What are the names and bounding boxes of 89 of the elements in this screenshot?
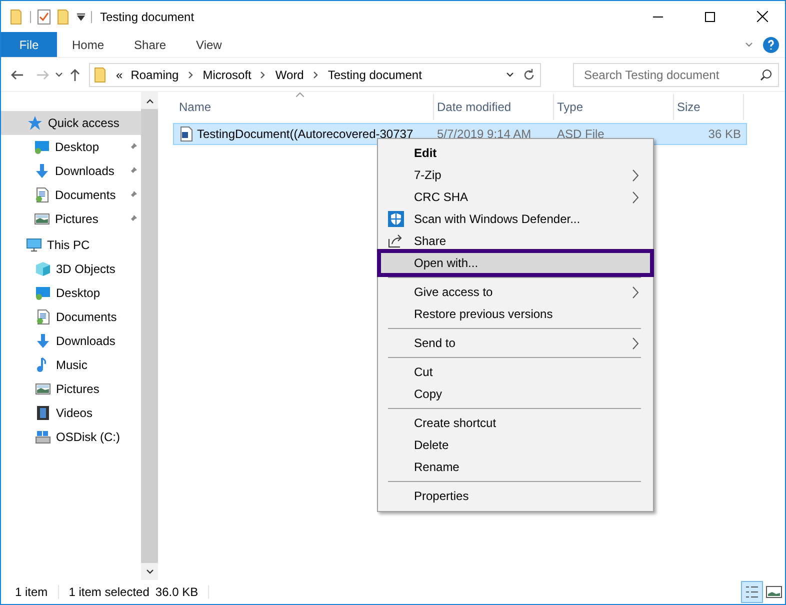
document-icon — [35, 309, 51, 325]
sidebar-item[interactable]: Videos — [1, 401, 141, 425]
menu-item[interactable]: Restore previous versions — [380, 303, 651, 325]
document-icon — [34, 187, 50, 203]
scrollbar[interactable] — [141, 92, 158, 580]
breadcrumb[interactable]: Word — [275, 68, 304, 82]
sidebar-item[interactable]: Pictures — [1, 377, 141, 401]
overflow-crumb[interactable]: « — [116, 68, 123, 82]
column-header[interactable]: Type — [554, 94, 674, 120]
selection-size: 36.0 KB — [155, 585, 200, 599]
help-icon[interactable] — [763, 36, 779, 52]
file-name: TestingDocument((Autorecovered-30737 — [196, 127, 414, 141]
monitor-icon — [26, 237, 42, 253]
chevron-right-icon — [259, 70, 268, 78]
column-header[interactable]: Size — [674, 94, 744, 120]
share-icon — [388, 234, 404, 248]
menu-item[interactable]: Send to — [380, 332, 651, 354]
download-arrow-icon — [35, 333, 51, 349]
menu-item[interactable]: Share — [380, 230, 651, 252]
menu-item[interactable]: Copy — [380, 383, 651, 405]
film-icon — [35, 405, 51, 421]
desktop-icon — [35, 285, 51, 301]
menu-item[interactable]: Give access to — [380, 281, 651, 303]
checklist-icon[interactable] — [37, 8, 51, 24]
star-icon — [27, 115, 43, 131]
menu-item[interactable]: Properties — [380, 485, 651, 507]
sidebar-item[interactable]: 3D Objects — [1, 257, 141, 281]
menu-item[interactable]: Rename — [380, 456, 651, 478]
menu-item[interactable]: Scan with Windows Defender... — [380, 208, 651, 230]
picture-icon — [35, 381, 51, 397]
details-list-icon — [745, 585, 759, 599]
address-bar[interactable]: « Roaming Microsoft Word Testing document — [89, 62, 541, 86]
ribbon-tab[interactable]: Home — [57, 32, 120, 57]
details-view-button[interactable] — [741, 581, 763, 603]
sidebar-item[interactable]: Documents — [1, 305, 141, 329]
chevron-up-icon — [146, 96, 154, 104]
download-arrow-icon — [34, 163, 50, 179]
date-modified: 5/7/2019 9:14 AM — [436, 127, 532, 141]
breadcrumb[interactable]: Microsoft — [202, 68, 252, 82]
sidebar-item[interactable]: Documents — [1, 183, 141, 207]
breadcrumb[interactable]: Testing document — [328, 68, 422, 82]
ribbon-tab[interactable]: View — [181, 32, 237, 57]
selection-count: 1 item selected — [68, 585, 150, 599]
column-header[interactable]: Date modified — [434, 94, 554, 120]
menu-item[interactable]: Cut — [380, 361, 651, 383]
scroll-up-button[interactable] — [141, 92, 158, 109]
refresh-icon[interactable] — [522, 68, 536, 82]
scroll-down-button[interactable] — [141, 563, 158, 580]
shield-icon — [388, 211, 404, 227]
picture-icon — [34, 211, 50, 227]
close-icon[interactable] — [756, 11, 768, 22]
cube-icon — [35, 261, 51, 277]
chevron-down-icon — [745, 40, 753, 48]
chevron-right-icon — [186, 70, 195, 78]
chevron-down-icon — [506, 70, 514, 78]
item-count: 1 item — [15, 585, 49, 599]
menu-item[interactable]: Edit — [380, 142, 651, 164]
sidebar-item[interactable]: Quick access — [1, 111, 141, 135]
search-icon[interactable] — [760, 68, 772, 80]
chevron-down-icon — [146, 568, 154, 576]
breadcrumb[interactable]: Roaming — [130, 68, 179, 82]
sidebar-item[interactable]: OSDisk (C:) — [1, 425, 141, 449]
menu-item[interactable]: Create shortcut — [380, 412, 651, 434]
sidebar-item[interactable]: Downloads — [1, 159, 141, 183]
window-title: Testing document — [100, 10, 196, 24]
sidebar-item[interactable]: Downloads — [1, 329, 141, 353]
column-header[interactable]: Name — [176, 94, 434, 120]
drive-icon — [35, 429, 51, 445]
desktop-icon — [34, 139, 50, 155]
menu-item[interactable]: Delete — [380, 434, 651, 456]
file-type: ASD File — [556, 127, 606, 141]
sidebar-item[interactable]: Music — [1, 353, 141, 377]
sidebar-item[interactable]: Desktop — [1, 281, 141, 305]
menu-item[interactable]: Open with... — [380, 252, 651, 274]
word-file-icon — [179, 126, 193, 142]
ribbon-tab[interactable]: File — [1, 32, 57, 57]
file-size: 36 KB — [707, 127, 741, 141]
chevron-down-icon — [55, 70, 63, 78]
sidebar-item[interactable]: Desktop — [1, 135, 141, 159]
maximize-icon[interactable] — [705, 12, 715, 22]
sidebar-item[interactable]: Pictures — [1, 207, 141, 231]
ribbon-tab[interactable]: Share — [119, 32, 182, 57]
menu-item[interactable]: CRC SHA — [380, 186, 651, 208]
chevron-right-icon — [312, 70, 320, 78]
menu-item[interactable]: 7-Zip — [380, 164, 651, 186]
landscape-thumbnail-icon — [766, 586, 782, 598]
sidebar-item[interactable]: This PC — [1, 233, 141, 257]
search-box[interactable]: Search Testing document — [573, 62, 779, 86]
dropdown-icon[interactable] — [77, 12, 85, 20]
